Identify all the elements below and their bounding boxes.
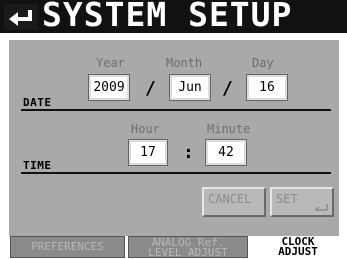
time-separator: : xyxy=(183,142,194,163)
back-arrow-icon xyxy=(9,10,32,26)
minute-field[interactable]: 42 xyxy=(205,139,247,166)
date-separator-1: / xyxy=(145,78,156,99)
enter-corner-icon xyxy=(314,204,328,211)
time-divider xyxy=(21,172,331,174)
settings-panel: Year Month Day 2009 / Jun / 16 DATE Hour… xyxy=(9,40,339,236)
time-section-label: TIME xyxy=(23,159,52,172)
date-section-label: DATE xyxy=(23,96,52,109)
month-label: Month xyxy=(166,56,203,70)
tab-clock-adjust[interactable]: CLOCK ADJUST xyxy=(251,236,345,258)
tab-clock-line2: ADJUST xyxy=(278,245,318,258)
set-button-label: SET xyxy=(276,192,298,206)
page-title: SYSTEM SETUP xyxy=(42,0,293,34)
cancel-button-label: CANCEL xyxy=(208,192,252,206)
tab-analog-line2: LEVEL ADJUST xyxy=(148,246,228,259)
day-field[interactable]: 16 xyxy=(246,74,288,101)
back-button[interactable] xyxy=(4,4,38,30)
hour-field[interactable]: 17 xyxy=(128,139,168,166)
date-separator-2: / xyxy=(222,78,233,99)
cancel-button[interactable]: CANCEL xyxy=(202,187,266,217)
system-setup-screen: SYSTEM SETUP Year Month Day 2009 / Jun /… xyxy=(0,0,347,259)
hour-label: Hour xyxy=(131,122,160,136)
tab-preferences-label: PREFERENCES xyxy=(31,240,104,253)
tab-bar: PREFERENCES ANALOG Ref. LEVEL ADJUST CLO… xyxy=(0,236,347,259)
date-divider xyxy=(21,109,331,111)
tab-analog-ref-level-adjust[interactable]: ANALOG Ref. LEVEL ADJUST xyxy=(128,236,248,258)
set-button[interactable]: SET xyxy=(270,187,334,217)
day-label: Day xyxy=(252,56,274,70)
tab-preferences[interactable]: PREFERENCES xyxy=(10,236,125,258)
year-label: Year xyxy=(96,56,125,70)
title-bar: SYSTEM SETUP xyxy=(0,0,347,33)
year-field[interactable]: 2009 xyxy=(88,74,130,101)
minute-label: Minute xyxy=(207,122,251,136)
month-field[interactable]: Jun xyxy=(169,74,211,101)
